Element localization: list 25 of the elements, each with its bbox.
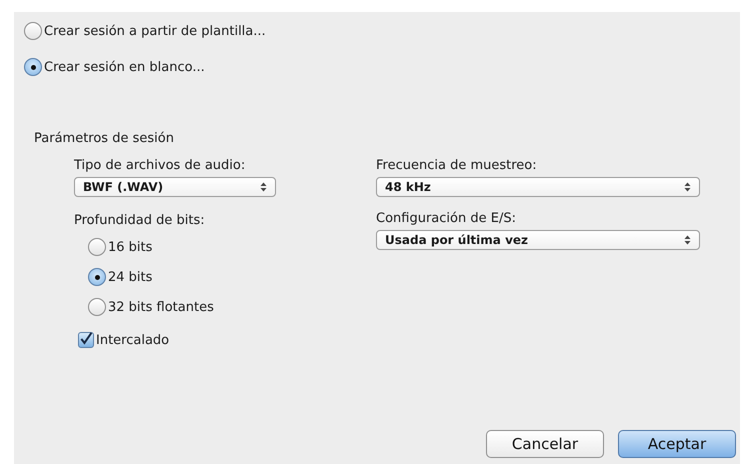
field-label: Frecuencia de muestreo:: [376, 158, 538, 173]
checkbox[interactable]: [78, 332, 94, 348]
radio-button[interactable]: [24, 58, 42, 76]
stepper-arrows-icon: [260, 182, 267, 192]
radio-label[interactable]: 32 bits flotantes: [108, 300, 214, 314]
radio-label[interactable]: 24 bits: [108, 270, 152, 284]
dialog-button[interactable]: Cancelar: [486, 430, 604, 458]
default-button[interactable]: Aceptar: [618, 430, 736, 458]
radio-button[interactable]: [88, 298, 106, 316]
stepper-arrows-icon: [684, 235, 691, 245]
section-title: Parámetros de sesión: [34, 131, 175, 146]
field-label: Configuración de E/S:: [376, 211, 517, 226]
popup-menu[interactable]: BWF (.WAV): [74, 177, 276, 197]
radio-label[interactable]: 16 bits: [108, 240, 152, 254]
field-label: Profundidad de bits:: [74, 213, 206, 228]
radio-button[interactable]: [88, 238, 106, 256]
radio-label[interactable]: Crear sesión a partir de plantilla...: [44, 24, 266, 38]
popup-menu[interactable]: 48 kHz: [376, 177, 700, 197]
field-label: Tipo de archivos de audio:: [74, 158, 246, 173]
radio-label[interactable]: Crear sesión en blanco...: [44, 60, 205, 74]
stepper-arrows-icon: [684, 182, 691, 192]
radio-button[interactable]: [24, 22, 42, 40]
radio-button[interactable]: [88, 268, 106, 286]
popup-menu[interactable]: Usada por última vez: [376, 230, 700, 250]
checkbox-label[interactable]: Intercalado: [96, 332, 170, 348]
